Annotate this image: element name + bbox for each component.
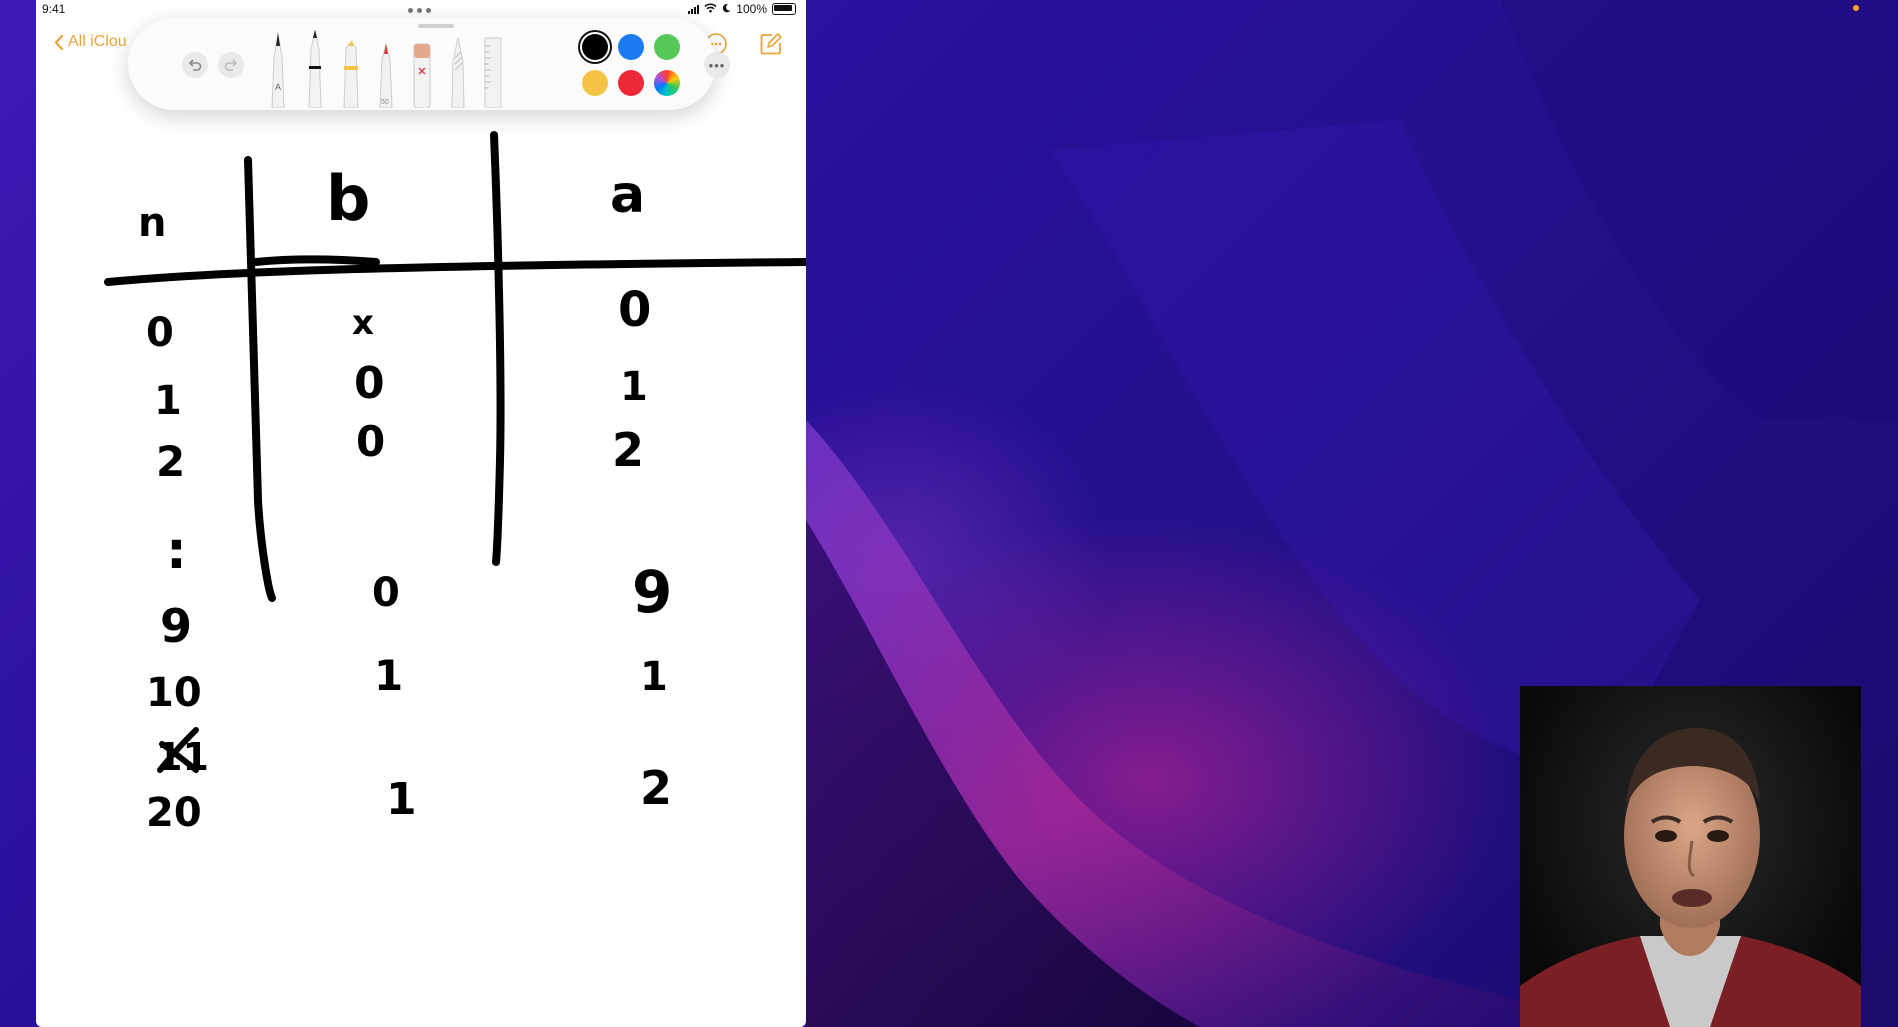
presenter-portrait (1520, 727, 1861, 1027)
cell-a-9: 9 (632, 558, 672, 626)
cell-a-1: 1 (620, 364, 648, 410)
cell-b-10: 1 (374, 651, 403, 700)
grid-line-vertical-2 (490, 131, 505, 566)
cell-n-10: 10 (146, 670, 202, 716)
presenter-webcam (1520, 686, 1861, 1027)
grid-line-overstroke (252, 255, 380, 266)
cell-a-20: 2 (640, 761, 672, 815)
note-canvas[interactable]: n b a 0 1 2 : 9 10 11 20 x 0 0 0 1 1 0 1… (36, 0, 806, 1027)
ipad-notes-app: 9:41 100% All iClou A 50 ••• n b a 0 1 2… (36, 0, 806, 1027)
header-b: b (326, 162, 370, 235)
cell-n-20: 20 (146, 790, 202, 836)
cell-a-0: 0 (618, 282, 651, 338)
cell-a-10: 1 (640, 654, 668, 700)
cell-b-20: 1 (386, 774, 417, 825)
cell-n-2: 2 (156, 437, 185, 486)
recording-indicator (1853, 5, 1859, 11)
cell-n-1: 1 (154, 378, 182, 424)
cell-n-ellipsis: : (166, 521, 187, 581)
header-n: n (138, 200, 166, 246)
header-a: a (610, 165, 645, 225)
cell-n-9: 9 (160, 599, 192, 653)
cell-b-0: x (352, 303, 374, 343)
cell-a-2: 2 (612, 423, 644, 477)
grid-line-vertical-1 (244, 156, 276, 602)
cell-b-9: 0 (372, 570, 400, 616)
cell-b-1: 0 (354, 358, 385, 409)
grid-line-horizontal (104, 258, 806, 286)
cell-n-0: 0 (146, 310, 174, 356)
cell-b-2: 0 (356, 417, 385, 466)
